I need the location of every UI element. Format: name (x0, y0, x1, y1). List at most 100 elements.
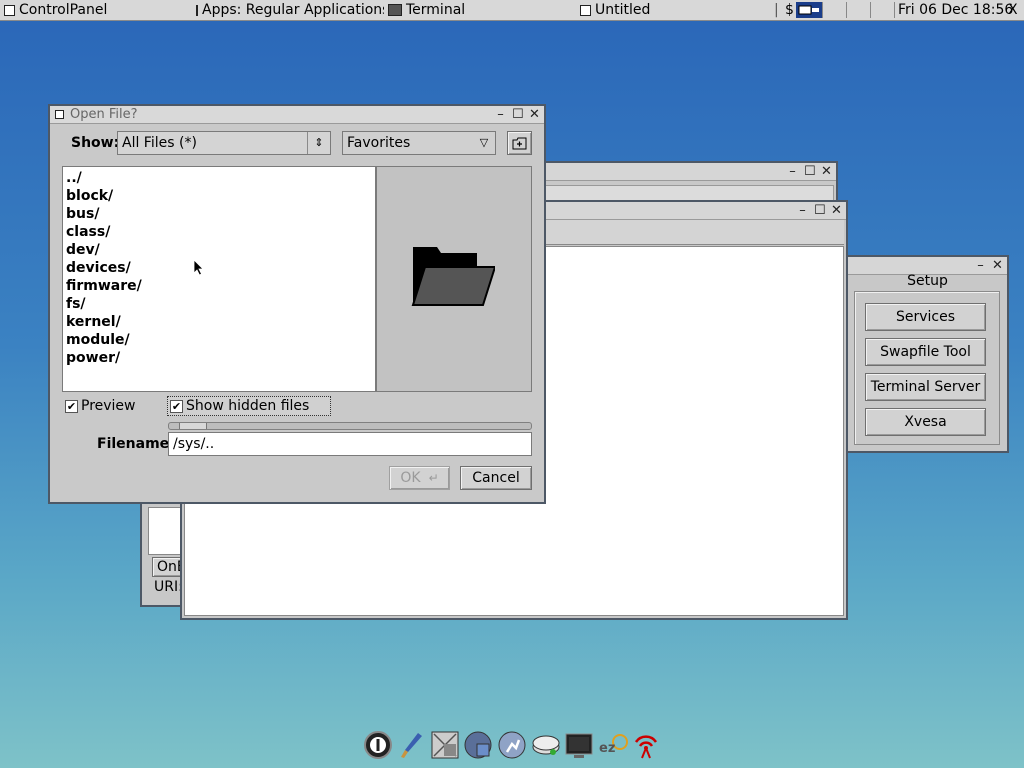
terminal-icon (388, 4, 402, 16)
svg-text:ez: ez (599, 741, 615, 756)
maximize-icon[interactable]: ☐ (512, 107, 524, 122)
up-down-arrow-icon: ⇕ (307, 132, 330, 154)
minimize-icon[interactable]: – (797, 203, 808, 218)
maximize-icon[interactable]: ☐ (804, 164, 816, 179)
ok-button[interactable]: OK ↵ (389, 466, 450, 490)
dialog-titlebar[interactable]: Open File? – ☐ ✕ (50, 106, 544, 124)
checkmark-icon: ✔ (65, 399, 78, 413)
taskbar-item-label: Untitled (595, 2, 651, 18)
swapfile-tool-button[interactable]: Swapfile Tool (865, 338, 986, 366)
network-icon (796, 2, 822, 18)
application-dock: ez (362, 726, 662, 764)
power-icon[interactable] (362, 729, 394, 761)
mouse-cursor-icon (193, 259, 204, 276)
folder-icon (411, 247, 495, 306)
cancel-button-label: Cancel (472, 470, 520, 486)
taskbar-close-button[interactable]: X (1008, 0, 1018, 20)
minimize-icon[interactable]: – (787, 164, 798, 179)
close-icon[interactable]: ✕ (992, 258, 1003, 273)
tray-separator-icon: | (774, 2, 779, 18)
show-hidden-files-label: Show hidden files (186, 398, 310, 414)
list-item[interactable]: fs/ (66, 295, 372, 313)
uri-label: URI: (154, 579, 183, 595)
list-item[interactable]: bus/ (66, 205, 372, 223)
list-item[interactable]: power/ (66, 349, 372, 367)
tray-separator (822, 2, 823, 18)
taskbar-item-controlpanel[interactable]: ControlPanel (4, 0, 107, 20)
wifi-icon[interactable] (631, 729, 663, 761)
close-icon[interactable]: ✕ (529, 107, 540, 122)
paint-brush-icon[interactable] (396, 729, 428, 761)
filename-label: Filename: (97, 436, 175, 452)
clock-label: Fri 06 Dec 18:56 (898, 2, 1014, 18)
file-list[interactable]: ../ block/ bus/ class/ dev/ devices/ fir… (62, 166, 376, 392)
list-item[interactable]: firmware/ (66, 277, 372, 295)
minimize-icon[interactable]: – (975, 258, 986, 273)
list-item[interactable]: module/ (66, 331, 372, 349)
taskbar-item-untitled[interactable]: Untitled (580, 0, 650, 20)
window-menu-icon[interactable] (55, 110, 64, 119)
new-folder-button[interactable] (507, 131, 532, 155)
taskbar-item-apps[interactable]: Apps: Regular Applications (196, 0, 384, 20)
list-item[interactable]: kernel/ (66, 313, 372, 331)
terminal-server-button[interactable]: Terminal Server (865, 373, 986, 401)
list-item[interactable]: block/ (66, 187, 372, 205)
cancel-button[interactable]: Cancel (460, 466, 532, 490)
list-item[interactable]: devices/ (66, 259, 372, 277)
show-label: Show: (71, 135, 120, 151)
disk-icon[interactable] (463, 729, 495, 761)
list-item[interactable]: class/ (66, 223, 372, 241)
terminal-server-button-label: Terminal Server (870, 379, 981, 395)
close-icon: X (1008, 2, 1018, 18)
terminal-icon[interactable] (563, 729, 595, 761)
favorites-select[interactable]: Favorites ▽ (342, 131, 496, 155)
ok-button-label: OK (400, 470, 421, 486)
list-item[interactable]: dev/ (66, 241, 372, 259)
minimize-icon[interactable]: – (495, 107, 506, 122)
file-filter-value: All Files (*) (122, 135, 197, 151)
xvesa-button-label: Xvesa (904, 414, 947, 430)
return-key-icon: ↵ (428, 471, 439, 485)
window-icon (580, 4, 591, 16)
filename-value: /sys/.. (173, 436, 215, 452)
taskbar-item-label: Terminal (406, 2, 466, 18)
horizontal-scrollbar[interactable] (168, 422, 532, 430)
close-icon[interactable]: ✕ (831, 203, 842, 218)
preview-checkbox-label: Preview (81, 398, 136, 414)
content-pane (148, 507, 184, 555)
image-editor-icon[interactable] (429, 729, 461, 761)
favorites-value: Favorites (347, 135, 411, 151)
tray-separator (870, 2, 871, 18)
chevron-down-icon: ▽ (479, 136, 489, 149)
checkmark-icon: ✔ (170, 399, 183, 413)
setup-title: Setup (907, 273, 948, 289)
show-hidden-files-checkbox[interactable]: ✔ Show hidden files (167, 396, 331, 416)
setup-window: – ✕ Setup Services Swapfile Tool Termina… (846, 255, 1009, 453)
maximize-icon[interactable]: ☐ (814, 203, 826, 218)
swapfile-tool-button-label: Swapfile Tool (880, 344, 971, 360)
close-icon[interactable]: ✕ (821, 164, 832, 179)
new-folder-icon (512, 137, 527, 149)
tray-dollar-label: $ (785, 2, 794, 18)
top-taskbar: ControlPanel Apps: Regular Applications … (0, 0, 1024, 21)
window-icon (196, 4, 198, 16)
filename-input[interactable]: /sys/.. (168, 432, 532, 456)
tray-dollar[interactable]: $ (785, 0, 794, 20)
ezremaster-icon[interactable]: ez (597, 729, 629, 761)
taskbar-item-terminal[interactable]: Terminal (388, 0, 465, 20)
open-file-dialog: Open File? – ☐ ✕ Show: All Files (*) ⇕ F… (48, 104, 546, 504)
services-button[interactable]: Services (865, 303, 986, 331)
services-button-label: Services (895, 309, 956, 325)
taskbar-item-label: Apps: Regular Applications (202, 2, 384, 18)
xvesa-button[interactable]: Xvesa (865, 408, 986, 436)
run-icon[interactable] (496, 729, 528, 761)
file-filter-select[interactable]: All Files (*) ⇕ (117, 131, 331, 155)
network-tray-icon[interactable] (796, 0, 822, 20)
preview-pane (376, 166, 532, 392)
scrollbar-thumb[interactable] (179, 423, 207, 429)
drive-icon[interactable] (530, 729, 562, 761)
clock[interactable]: Fri 06 Dec 18:56 (898, 0, 1013, 20)
taskbar-item-label: ControlPanel (19, 2, 108, 18)
list-item[interactable]: ../ (66, 169, 372, 187)
preview-checkbox[interactable]: ✔ Preview (65, 398, 136, 414)
